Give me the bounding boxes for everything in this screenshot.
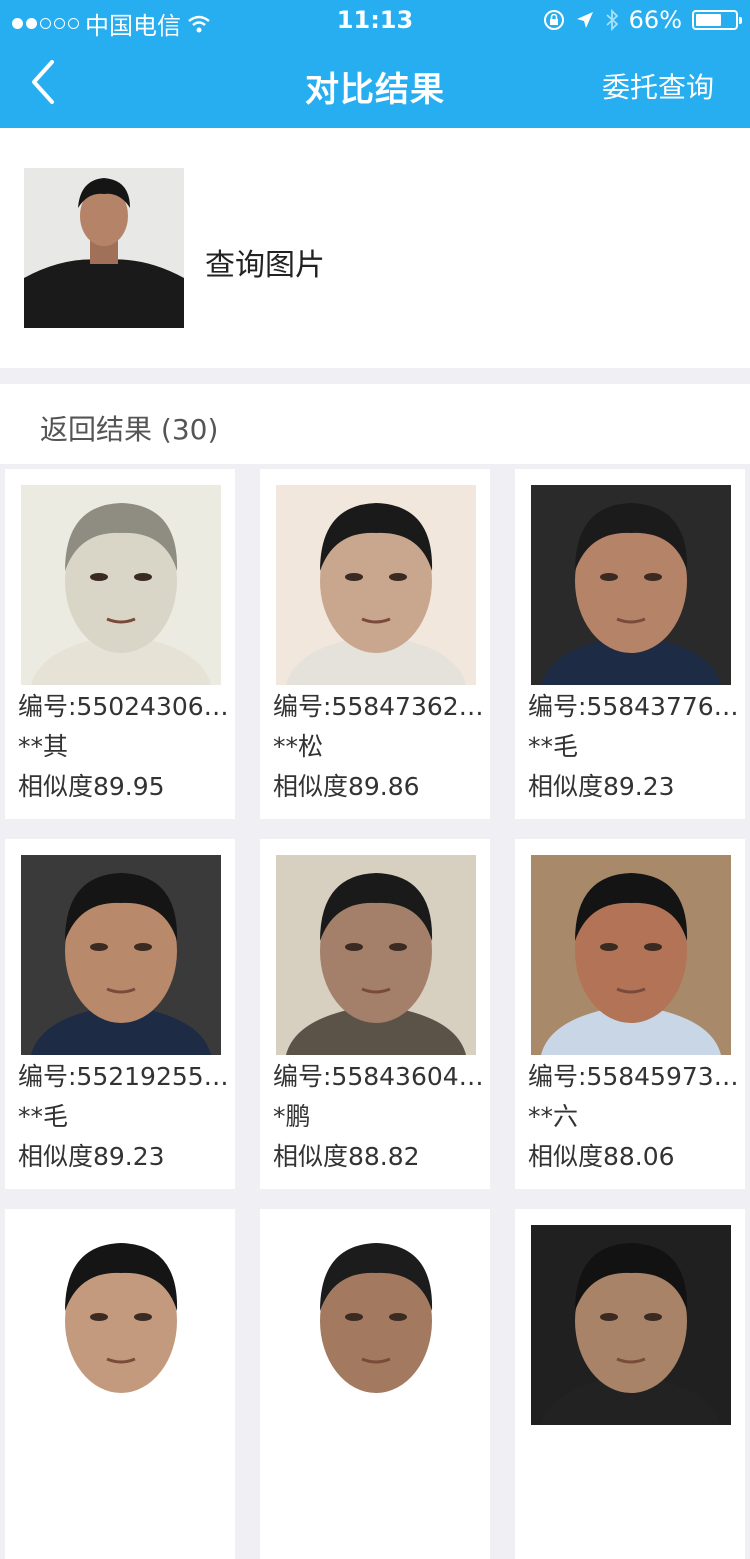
result-similarity: 相似度89.23	[528, 772, 675, 801]
result-id: 编号:55024306…	[18, 692, 229, 721]
result-similarity: 相似度89.95	[18, 772, 165, 801]
result-card[interactable]: 编号:55024306… **其相似度89.95	[5, 469, 235, 819]
header-bar: 中国电信 11:13 66% 对比结果 委托查询	[0, 0, 750, 128]
result-photo	[531, 855, 731, 1055]
result-similarity: 相似度89.86	[273, 772, 420, 801]
result-name: **松	[273, 732, 324, 761]
status-bar: 中国电信 11:13 66%	[0, 0, 750, 40]
result-card[interactable]: 编号:55847362… **松相似度89.86	[260, 469, 490, 819]
result-card[interactable]: 编号:55845973… **六相似度88.06	[515, 839, 745, 1189]
results-header: 返回结果 (30)	[0, 384, 750, 464]
results-title: 返回结果 (30)	[40, 408, 218, 448]
results-count: (30)	[160, 413, 219, 446]
result-photo	[276, 485, 476, 685]
battery-percent: 66%	[628, 6, 682, 34]
status-right: 66%	[543, 6, 742, 34]
result-card[interactable]	[5, 1209, 235, 1559]
battery-icon	[692, 10, 742, 30]
result-similarity: 相似度88.82	[273, 1142, 420, 1171]
result-name: **其	[18, 732, 69, 761]
result-name: *鹏	[273, 1102, 311, 1131]
result-photo	[276, 1225, 476, 1425]
result-photo	[531, 1225, 731, 1425]
result-photo	[21, 855, 221, 1055]
query-photo[interactable]	[24, 168, 184, 328]
result-card[interactable]	[260, 1209, 490, 1559]
result-card[interactable]: 编号:55843776… **毛相似度89.23	[515, 469, 745, 819]
results-title-text: 返回结果	[40, 413, 153, 446]
navigation-bar: 对比结果 委托查询	[0, 40, 750, 128]
result-name: **毛	[18, 1102, 69, 1131]
result-photo	[21, 1225, 221, 1425]
result-photo	[21, 485, 221, 685]
result-id: 编号:55847362…	[273, 692, 484, 721]
result-photo	[531, 485, 731, 685]
location-arrow-icon	[576, 12, 593, 28]
delegate-query-button[interactable]: 委托查询	[602, 66, 714, 106]
query-image-label: 查询图片	[205, 248, 325, 283]
result-id: 编号:55843776…	[528, 692, 739, 721]
result-card[interactable]	[515, 1209, 745, 1559]
result-name: **六	[528, 1102, 579, 1131]
result-id: 编号:55219255…	[18, 1062, 229, 1091]
result-card[interactable]: 编号:55843604… *鹏相似度88.82	[260, 839, 490, 1189]
query-panel: 查询图片	[0, 128, 750, 368]
result-similarity: 相似度88.06	[528, 1142, 675, 1171]
result-id: 编号:55843604…	[273, 1062, 484, 1091]
result-card[interactable]: 编号:55219255… **毛相似度89.23	[5, 839, 235, 1189]
result-photo	[276, 855, 476, 1055]
bluetooth-icon	[606, 9, 618, 31]
result-name: **毛	[528, 732, 579, 761]
result-id: 编号:55845973…	[528, 1062, 739, 1091]
rotation-lock-icon	[543, 10, 564, 30]
result-similarity: 相似度89.23	[18, 1142, 165, 1171]
